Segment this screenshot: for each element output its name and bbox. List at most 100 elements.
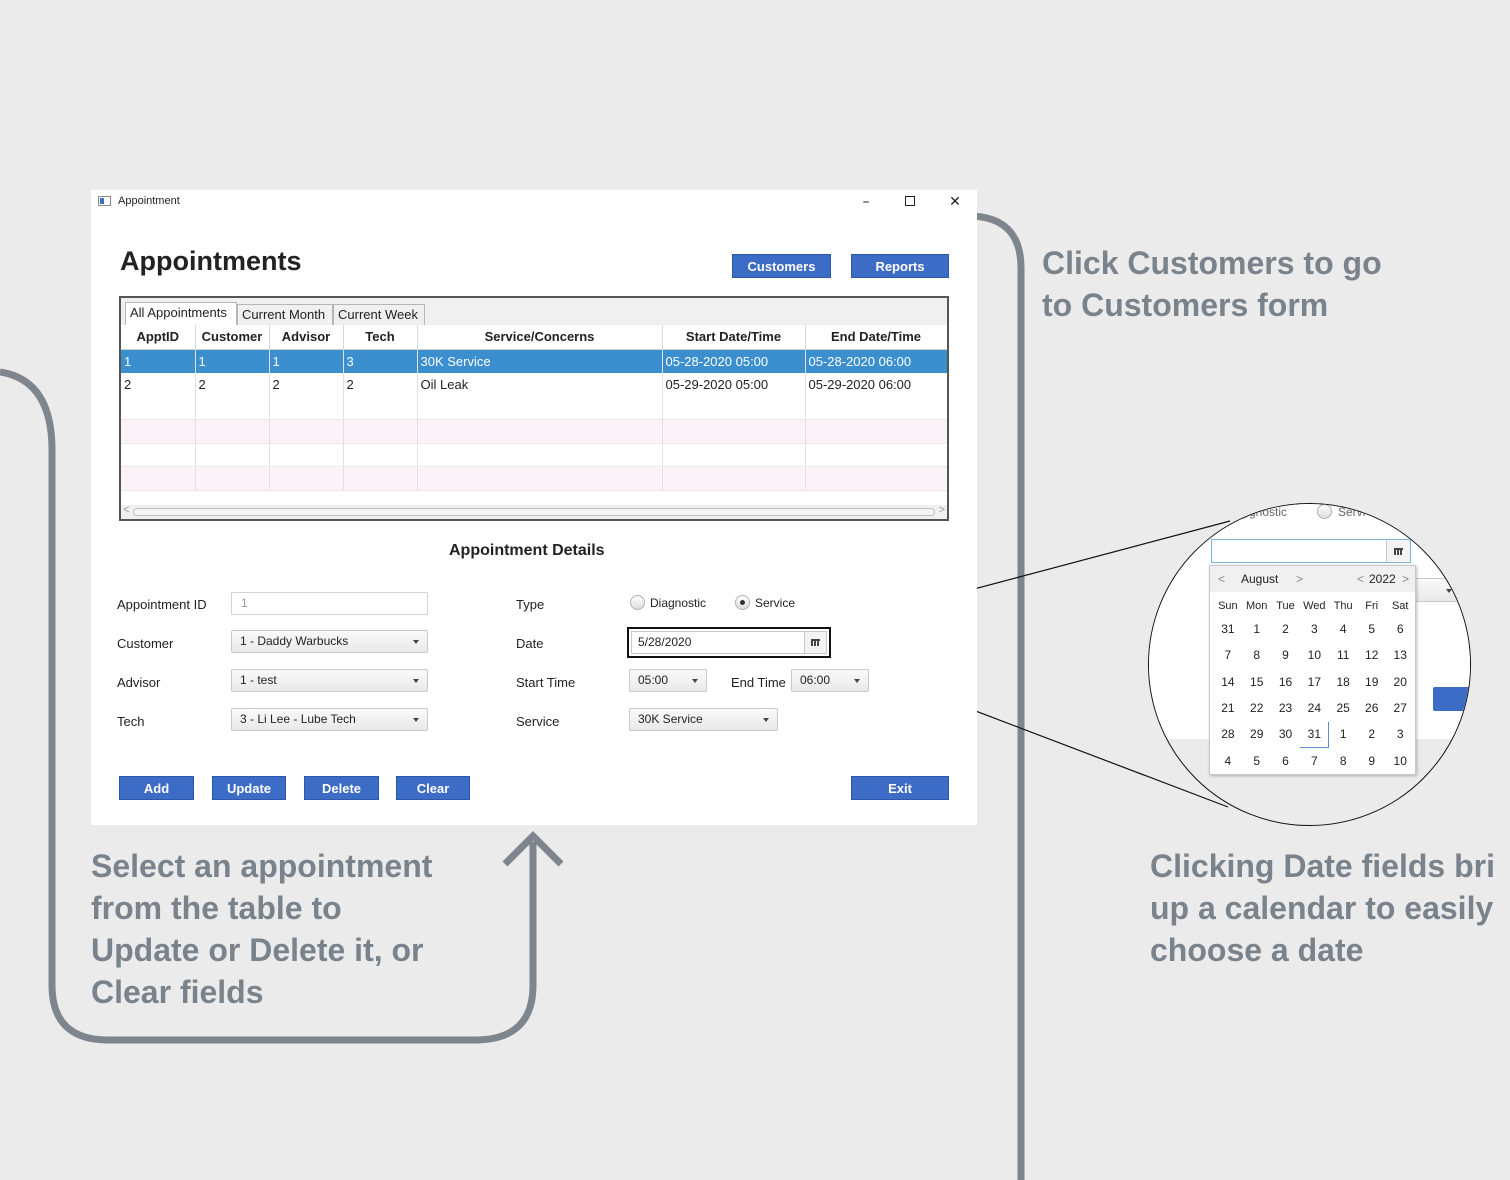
column-header[interactable]: Advisor bbox=[269, 325, 344, 350]
column-header[interactable]: Tech bbox=[343, 325, 418, 350]
calendar-day[interactable]: 30 bbox=[1271, 721, 1300, 747]
column-header[interactable]: Customer bbox=[195, 325, 270, 350]
calendar-day[interactable]: 6 bbox=[1271, 747, 1300, 773]
calendar-day[interactable]: 3 bbox=[1386, 721, 1415, 747]
chevron-down-icon bbox=[763, 718, 769, 722]
next-year-button[interactable]: > bbox=[1402, 572, 1409, 586]
calendar-day[interactable]: 14 bbox=[1214, 669, 1243, 695]
delete-button[interactable]: Delete bbox=[304, 776, 379, 800]
calendar-day[interactable]: 26 bbox=[1358, 695, 1386, 721]
maximize-button[interactable] bbox=[896, 192, 924, 212]
calendar-day[interactable]: 27 bbox=[1386, 695, 1415, 721]
tech-select[interactable]: 3 - Li Lee - Lube Tech bbox=[231, 708, 428, 731]
customers-button[interactable]: Customers bbox=[732, 254, 831, 278]
date-picker-input[interactable] bbox=[1211, 539, 1411, 563]
table-row[interactable]: 2 2 2 2 Oil Leak 05-29-2020 05:00 05-29-… bbox=[121, 372, 947, 396]
minimize-button[interactable]: – bbox=[852, 192, 880, 212]
calendar-day[interactable]: 11 bbox=[1329, 642, 1358, 668]
empty-table-row bbox=[121, 443, 947, 467]
calendar-day[interactable]: 1 bbox=[1329, 721, 1358, 747]
calendar-button[interactable] bbox=[804, 632, 826, 653]
close-button[interactable]: ✕ bbox=[941, 192, 969, 212]
calendar-callout: Clicking Date fields bri up a calendar t… bbox=[1150, 845, 1495, 971]
prev-year-button[interactable]: < bbox=[1357, 572, 1364, 586]
start-time-select[interactable]: 05:00 bbox=[629, 669, 707, 692]
calendar-day[interactable]: 17 bbox=[1300, 669, 1329, 695]
calendar-week: 7 8 9 10 11 12 13 bbox=[1214, 642, 1415, 668]
calendar-day[interactable]: 2 bbox=[1358, 721, 1386, 747]
table-row[interactable]: 1 1 1 3 30K Service 05-28-2020 05:00 05-… bbox=[121, 349, 947, 373]
service-radio-label[interactable]: Service bbox=[755, 596, 795, 610]
page-title: Appointments bbox=[120, 246, 302, 276]
update-button[interactable]: Update bbox=[212, 776, 286, 800]
calendar-day[interactable]: 18 bbox=[1329, 669, 1358, 695]
column-header[interactable]: ApptID bbox=[121, 325, 196, 350]
calendar-day[interactable]: 20 bbox=[1386, 669, 1415, 695]
calendar-day[interactable]: 5 bbox=[1358, 616, 1386, 642]
calendar-day[interactable]: 15 bbox=[1242, 669, 1271, 695]
tab-current-week[interactable]: Current Week bbox=[333, 304, 425, 326]
scrollbar-thumb[interactable] bbox=[133, 508, 935, 516]
tab-all-appointments[interactable]: All Appointments bbox=[125, 302, 237, 327]
exit-button[interactable]: Exit bbox=[851, 776, 949, 800]
calendar-button[interactable] bbox=[1386, 540, 1410, 562]
service-select[interactable]: 30K Service bbox=[629, 708, 778, 731]
calendar-day[interactable]: 19 bbox=[1358, 669, 1386, 695]
calendar-day[interactable]: 29 bbox=[1242, 721, 1271, 747]
prev-month-button[interactable]: < bbox=[1218, 572, 1225, 586]
calendar-day[interactable]: 10 bbox=[1300, 642, 1329, 668]
tab-current-month[interactable]: Current Month bbox=[237, 304, 333, 326]
calendar-day[interactable]: 6 bbox=[1386, 616, 1415, 642]
advisor-select-value: 1 - test bbox=[240, 673, 277, 687]
reports-button[interactable]: Reports bbox=[851, 254, 949, 278]
calendar-day-selected[interactable]: 31 bbox=[1299, 720, 1330, 748]
calendar-day[interactable]: 4 bbox=[1329, 616, 1358, 642]
calendar-day[interactable]: 8 bbox=[1242, 642, 1271, 668]
calendar-day[interactable]: 28 bbox=[1214, 721, 1243, 747]
next-month-button[interactable]: > bbox=[1296, 572, 1303, 586]
end-time-select[interactable]: 06:00 bbox=[791, 669, 869, 692]
calendar-day[interactable]: 5 bbox=[1242, 747, 1271, 773]
service-radio[interactable] bbox=[735, 595, 750, 610]
calendar-day[interactable]: 13 bbox=[1386, 642, 1415, 668]
advisor-select[interactable]: 1 - test bbox=[231, 669, 428, 692]
add-button[interactable]: Add bbox=[119, 776, 194, 800]
diagnostic-radio-label[interactable]: Diagnostic bbox=[650, 596, 706, 610]
date-picker[interactable]: 5/28/2020 bbox=[631, 631, 827, 654]
calendar-day[interactable]: 10 bbox=[1386, 747, 1415, 773]
scroll-left-arrow[interactable]: < bbox=[123, 504, 129, 516]
calendar-day[interactable]: 1 bbox=[1242, 616, 1271, 642]
diagnostic-radio[interactable] bbox=[630, 595, 645, 610]
callout-line: Clear fields bbox=[91, 974, 264, 1010]
calendar-day[interactable]: 12 bbox=[1358, 642, 1386, 668]
calendar-day[interactable]: 16 bbox=[1271, 669, 1300, 695]
calendar-day[interactable]: 8 bbox=[1329, 747, 1358, 773]
calendar-day[interactable]: 23 bbox=[1271, 695, 1300, 721]
calendar-month[interactable]: August bbox=[1241, 572, 1278, 586]
calendar-day[interactable]: 9 bbox=[1358, 747, 1386, 773]
column-header[interactable]: End Date/Time bbox=[805, 325, 947, 350]
calendar-day[interactable]: 7 bbox=[1214, 642, 1243, 668]
customer-label: Customer bbox=[117, 636, 174, 651]
calendar-year[interactable]: 2022 bbox=[1369, 572, 1396, 586]
customer-select[interactable]: 1 - Daddy Warbucks bbox=[231, 630, 428, 653]
clear-button[interactable]: Clear bbox=[396, 776, 470, 800]
calendar-day[interactable]: 21 bbox=[1214, 695, 1243, 721]
calendar-day[interactable]: 2 bbox=[1271, 616, 1300, 642]
calendar-day[interactable]: 3 bbox=[1300, 616, 1329, 642]
calendar-day[interactable]: 22 bbox=[1242, 695, 1271, 721]
table-horizontal-scrollbar[interactable]: < > bbox=[121, 504, 947, 519]
column-header[interactable]: Start Date/Time bbox=[662, 325, 806, 350]
table-cell: 2 bbox=[269, 372, 344, 396]
column-header[interactable]: Service/Concerns bbox=[417, 325, 663, 350]
scroll-right-arrow[interactable]: > bbox=[939, 504, 945, 516]
calendar-day[interactable]: 31 bbox=[1214, 616, 1243, 642]
calendar-day[interactable]: 24 bbox=[1300, 695, 1329, 721]
callout-line: Clicking Date fields bri bbox=[1150, 848, 1495, 884]
calendar-day[interactable]: 4 bbox=[1214, 747, 1243, 773]
calendar-week: 14 15 16 17 18 19 20 bbox=[1214, 669, 1415, 695]
calendar-day[interactable]: 25 bbox=[1329, 695, 1358, 721]
calendar-day[interactable]: 7 bbox=[1300, 747, 1329, 773]
calendar-day[interactable]: 9 bbox=[1271, 642, 1300, 668]
appointment-id-field[interactable]: 1 bbox=[231, 592, 428, 615]
